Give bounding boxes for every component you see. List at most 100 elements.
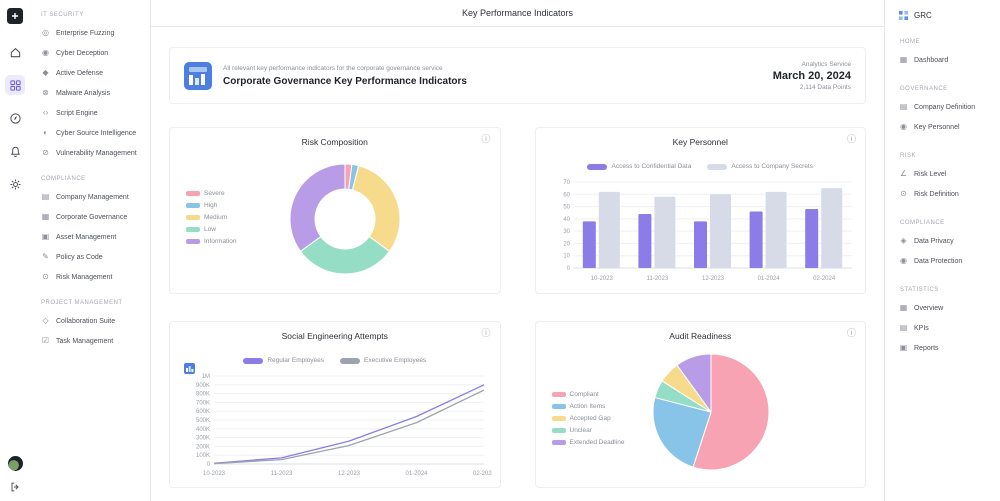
legend-item-severe: Severe [186,190,237,197]
nav-item-label: Dashboard [914,57,948,64]
nav-item-label: Company Management [56,194,129,201]
legend-item-executive-employees: Executive Employees [340,357,426,364]
nav-item-label: Vulnerability Management [56,150,137,157]
nav-item-risk-level[interactable]: ∠Risk Level [895,164,994,184]
svg-text:30: 30 [563,229,570,235]
legend-item-unclear: Unclear [552,427,625,434]
chart-area: Access to Confidential DataAccess to Com… [536,128,866,293]
banner-title: Corporate Governance Key Performance Ind… [223,76,467,87]
nav-item-label: Reports [914,345,939,352]
kpis-icon: ▤ [898,324,909,332]
chart-legend: Regular Employees Executive Employees [170,357,500,364]
nav-item-label: KPIs [914,325,929,332]
nav-item-task-management[interactable]: ☑Task Management [36,331,146,351]
svg-text:200K: 200K [196,444,210,450]
svg-text:100K: 100K [196,453,210,459]
risk-definition-icon: ⊙ [898,190,909,198]
nav-item-label: Task Management [56,338,113,345]
nav-item-key-personnel[interactable]: ◉Key Personnel [895,117,994,137]
nav-item-risk-management[interactable]: ⊙Risk Management [36,267,146,287]
nav-item-cyber-deception[interactable]: ◉ Cyber Deception [36,43,146,63]
nav-item-vulnerability-management[interactable]: ⊘Vulnerability Management [36,143,146,163]
donut-chart [283,157,407,281]
section-title-statistics: STATISTICS [900,287,994,293]
svg-text:900K: 900K [196,383,210,389]
svg-text:02-2024: 02-2024 [473,471,492,477]
section-title-compliance: COMPLIANCE [900,220,994,226]
nav-item-risk-definition[interactable]: ⊙ Risk Definition [895,184,994,204]
legend-swatch [186,239,200,244]
data-privacy-icon: ◈ [898,237,909,245]
company-definition-icon: ▤ [898,103,909,111]
legend-swatch [186,215,200,220]
nav-item-active-defense[interactable]: ◆ Active Defense [36,63,146,83]
enterprise-fuzzing-icon: ◎ [40,29,51,37]
nav-item-policy-as-code[interactable]: ✎Policy as Code [36,247,146,267]
cyber-deception-icon: ◉ [40,49,51,57]
svg-text:60: 60 [563,192,570,198]
nav-item-overview[interactable]: ▦Overview [895,298,994,318]
nav-item-label: Cyber Source Intelligence [56,130,136,137]
app-logo-icon[interactable] [5,6,25,26]
content-area: All relevant key performance indicators … [151,27,884,501]
legend-label: Severe [204,190,225,197]
reports-icon: ▣ [898,344,909,352]
legend-item-regular-employees: Regular Employees [243,357,324,364]
chart-area: SevereHighMediumLowInformation [170,128,500,293]
nav-item-kpis[interactable]: ▤ KPIs [895,318,994,338]
legend-item-low: Low [186,226,237,233]
nav-item-label: Data Protection [914,258,962,265]
malware-analysis-icon: ⊗ [40,89,51,97]
svg-text:40: 40 [563,217,570,223]
legend-item-medium: Medium [186,214,237,221]
nav-item-data-protection[interactable]: ◉Data Protection [895,251,994,271]
nav-item-company-management[interactable]: ▤Company Management [36,187,146,207]
app-root: IT SECURITY◎Enterprise Fuzzing◉Cyber Dec… [0,0,1000,501]
corporate-governance-icon: ▦ [40,213,51,221]
section-title-risk: RISK [900,153,994,159]
slice-medium [352,166,400,252]
nav-item-enterprise-fuzzing[interactable]: ◎Enterprise Fuzzing [36,23,146,43]
svg-text:02-2024: 02-2024 [813,276,836,282]
dashboard-icon: ▦ [898,56,909,64]
nav-item-dashboard[interactable]: ▦ Dashboard [895,50,994,70]
nav-item-label: Active Defense [56,70,103,77]
nav-item-company-definition[interactable]: ▤Company Definition [895,97,994,117]
legend-label: Action Items [570,403,606,410]
nav-item-malware-analysis[interactable]: ⊗Malware Analysis [36,83,146,103]
svg-text:10: 10 [563,254,570,260]
nav-item-corporate-governance[interactable]: ▦Corporate Governance [36,207,146,227]
slice-information [290,164,345,251]
chart-area: Regular EmployeesExecutive Employees0100… [170,322,500,487]
compass-icon[interactable] [5,108,25,128]
svg-text:500K: 500K [196,418,210,424]
legend-item-access-to-confidential-data: Access to Confidential Data [587,163,691,170]
legend-label: Executive Employees [364,357,426,364]
nav-item-label: Risk Definition [914,191,959,198]
kpi-banner: All relevant key performance indicators … [169,47,866,104]
svg-text:20: 20 [563,241,570,247]
icon-rail [0,0,30,501]
brand: GRC [895,8,994,23]
nav-item-label: Cyber Deception [56,50,108,57]
nav-item-data-privacy[interactable]: ◈Data Privacy [895,231,994,251]
svg-text:300K: 300K [196,436,210,442]
home-icon[interactable] [5,42,25,62]
nav-item-cyber-source-intelligence[interactable]: ◐Cyber Source Intelligence [36,123,146,143]
bell-icon[interactable] [5,141,25,161]
nav-item-reports[interactable]: ▣ Reports [895,338,994,358]
nav-item-asset-management[interactable]: ▣Asset Management [36,227,146,247]
svg-text:0: 0 [566,266,570,272]
svg-text:12-2023: 12-2023 [701,276,724,282]
legend-item-information: Information [186,238,237,245]
nav-item-collaboration-suite[interactable]: ◇Collaboration Suite [36,311,146,331]
active-defense-icon: ◆ [40,69,51,77]
logout-icon[interactable] [5,477,25,497]
section-title-compliance: COMPLIANCE [41,176,146,182]
nav-item-script-engine[interactable]: ‹›Script Engine [36,103,146,123]
user-avatar[interactable] [8,456,23,471]
apps-icon[interactable] [5,75,25,95]
legend-swatch [243,358,263,364]
gear-icon[interactable] [5,174,25,194]
nav-item-label: Script Engine [56,110,98,117]
